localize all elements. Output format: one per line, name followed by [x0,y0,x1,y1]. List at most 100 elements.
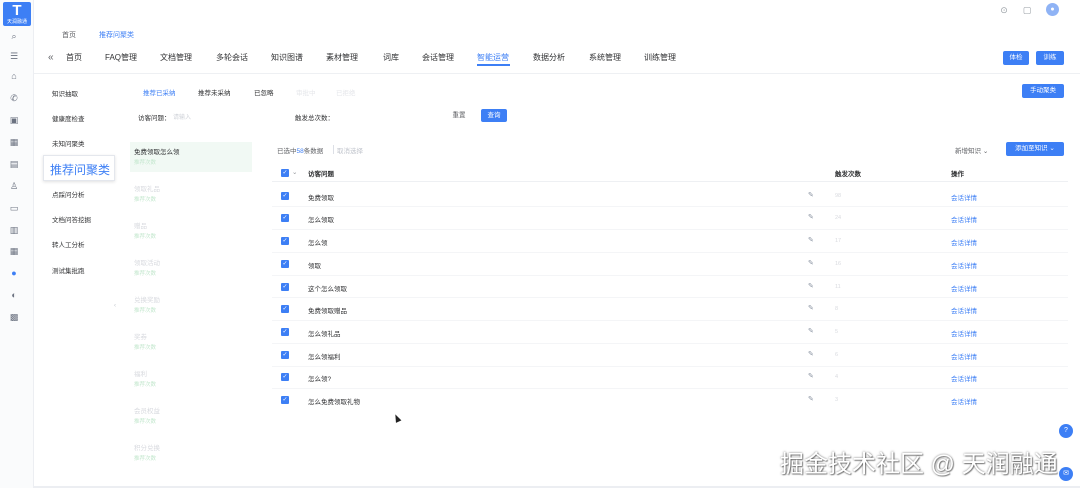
nav-system[interactable]: 系统管理 [589,52,621,63]
new-knowledge-dropdown[interactable]: 新增知识 ⌄ [955,145,988,155]
session-detail-link[interactable]: 会话详情 [951,305,977,315]
settings-search-icon[interactable]: ⊙ [998,4,1010,16]
session-detail-link[interactable]: 会话详情 [951,283,977,293]
nav-collapse-icon[interactable]: « [48,52,54,63]
edit-icon[interactable]: ✎ [808,282,814,290]
edit-icon[interactable]: ✎ [808,191,814,199]
sidebar-collapse-icon[interactable]: ‹ [114,303,116,309]
home-icon[interactable]: ⌂ [8,70,20,82]
inbox-icon[interactable]: ▭ [8,202,20,214]
edit-icon[interactable]: ✎ [808,350,814,358]
session-detail-link[interactable]: 会话详情 [951,396,977,406]
clipboard-icon[interactable]: ▤ [8,158,20,170]
breadcrumb-home[interactable]: 首页 [62,30,76,40]
cluster-sub: 推荐次数 [134,234,157,240]
session-detail-link[interactable]: 会话详情 [951,237,977,247]
edit-icon[interactable]: ✎ [808,236,814,244]
edit-icon[interactable]: ✎ [808,304,814,312]
help-float-icon[interactable]: ? [1059,424,1073,438]
session-detail-link[interactable]: 会话详情 [951,260,977,270]
cluster-sub: 推荐次数 [134,308,157,314]
nav-lexicon[interactable]: 词库 [383,52,399,63]
sidebar-item-transfer[interactable]: 转人工分析 [52,239,85,249]
sidebar-item-doc-qa[interactable]: 文档问答挖掘 [52,214,91,224]
grid-icon[interactable]: ▦ [8,136,20,148]
row-checkbox[interactable]: ✓ [281,328,289,336]
nav-smart-ops[interactable]: 智能运营 [477,52,509,63]
tab-approving[interactable]: 审批中 [296,87,316,97]
row-count: 8 [835,306,839,312]
row-checkbox[interactable]: ✓ [281,351,289,359]
sidebar-item-health[interactable]: 健康度检查 [52,113,85,123]
nav-analytics[interactable]: 数据分析 [533,52,565,63]
bubble-icon[interactable]: ◐ [8,289,20,301]
row-checkbox[interactable]: ✓ [281,283,289,291]
tab-rejected[interactable]: 已拒绝 [336,87,356,97]
session-detail-link[interactable]: 会话详情 [951,214,977,224]
manual-cluster-button[interactable]: 手动聚类 [1022,84,1064,98]
selection-info: 已选中58条数据 [277,145,323,155]
row-checkbox[interactable]: ✓ [281,237,289,245]
session-detail-link[interactable]: 会话详情 [951,328,977,338]
search-icon[interactable]: ⌕ [8,30,20,42]
nav-materials[interactable]: 素材管理 [326,52,358,63]
sidebar-item-unknown-cluster[interactable]: 未知问聚类 [52,138,85,148]
tab-not-adopted[interactable]: 推荐未采纳 [198,87,231,97]
apps-icon[interactable]: ▦ [8,245,20,257]
row-checkbox[interactable]: ✓ [281,373,289,381]
nav-home[interactable]: 首页 [66,52,82,63]
edit-icon[interactable]: ✎ [808,327,814,335]
query-button[interactable]: 查询 [481,109,507,122]
nav-knowledge-graph[interactable]: 知识图谱 [271,52,303,63]
phone-icon[interactable]: ✆ [8,92,20,104]
robot-icon[interactable]: ● [8,267,20,279]
cancel-selection-link[interactable]: 取消选择 [337,145,363,155]
select-all-checkbox[interactable]: ✓ [281,169,289,177]
reset-button[interactable]: 重置 [444,109,474,122]
edit-icon[interactable]: ✎ [808,395,814,403]
row-checkbox[interactable]: ✓ [281,214,289,222]
sidebar-item-dislike[interactable]: 点踩问分析 [52,189,85,199]
modules-icon[interactable]: ▩ [8,311,20,323]
edit-icon[interactable]: ✎ [808,372,814,380]
nav-sessions[interactable]: 会话管理 [422,52,454,63]
row-divider [272,275,1068,276]
tab-adopted[interactable]: 推荐已采纳 [143,87,176,97]
add-to-knowledge-button[interactable]: 添加至知识 ⌄ [1006,142,1064,156]
row-checkbox[interactable]: ✓ [281,396,289,404]
nav-docs[interactable]: 文档管理 [160,52,192,63]
cluster-sub: 推荐次数 [134,382,157,388]
avatar[interactable]: ● [1046,3,1059,16]
edit-icon[interactable]: ✎ [808,259,814,267]
table-icon[interactable]: ▥ [8,224,20,236]
sidebar-item-extract[interactable]: 知识抽取 [52,88,78,98]
sidebar-item-testset[interactable]: 测试集批跑 [52,265,85,275]
select-all-chevron-icon[interactable]: ⌄ [292,168,297,176]
sidebar-item-recommend-cluster[interactable]: 推荐问聚类 [43,155,115,181]
nav-training[interactable]: 训练管理 [644,52,676,63]
edit-icon[interactable]: ✎ [808,213,814,221]
nav-faq[interactable]: FAQ管理 [105,52,137,63]
chat-icon[interactable]: ▣ [8,114,20,126]
tab-ignored[interactable]: 已忽略 [254,87,274,97]
row-checkbox[interactable]: ✓ [281,260,289,268]
visitor-question-input[interactable]: 请输入 [173,112,191,121]
table-header-divider [272,181,1068,182]
list-icon[interactable]: ☰ [8,50,20,62]
check-button[interactable]: 体检 [1003,51,1029,65]
row-checkbox[interactable]: ✓ [281,305,289,313]
nav-multiturn[interactable]: 多轮会话 [216,52,248,63]
cluster-sub: 推荐次数 [134,419,157,425]
app-logo[interactable]: T 天润融通 [3,2,31,26]
users-icon[interactable]: ♙ [8,180,20,192]
logo-letter: T [12,2,22,19]
row-question: 怎么领 [308,240,328,247]
chat-float-icon[interactable]: ✉ [1059,467,1073,481]
row-checkbox[interactable]: ✓ [281,192,289,200]
session-detail-link[interactable]: 会话详情 [951,192,977,202]
session-detail-link[interactable]: 会话详情 [951,351,977,361]
train-button[interactable]: 训练 [1036,51,1064,65]
icon-rail: T 天润融通 ⌕ ☰ ⌂ ✆ ▣ ▦ ▤ ♙ ▭ ▥ ▦ ● ◐ ▩ [0,0,34,488]
calendar-icon[interactable]: ▢ [1021,4,1033,16]
session-detail-link[interactable]: 会话详情 [951,373,977,383]
